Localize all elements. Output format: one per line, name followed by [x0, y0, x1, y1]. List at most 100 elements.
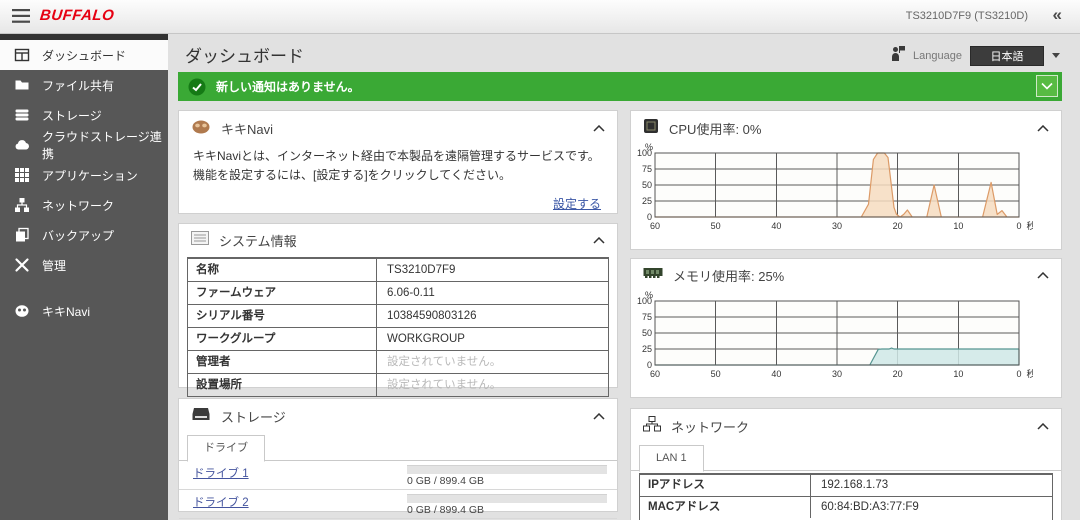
svg-text:30: 30 [832, 369, 842, 379]
language-select-button[interactable]: 日本語 [970, 45, 1044, 66]
sidebar-item-network[interactable]: ネットワーク [0, 190, 168, 220]
drive-usage-bar [407, 465, 607, 474]
chevron-up-icon[interactable] [593, 413, 605, 420]
svg-text:100: 100 [637, 148, 652, 158]
svg-text:0: 0 [1016, 369, 1021, 379]
cpu-usage-card: CPU使用率: 0% % 0 25 50 75 100 60 50 40 30 20 10 0 秒 [630, 110, 1062, 250]
drive-link[interactable]: ドライブ 2 [193, 494, 249, 510]
sidebar-item-storage[interactable]: ストレージ [0, 100, 168, 130]
kikinavi-description-line1: キキNaviとは、インターネット経由で本製品を遠隔管理するサービスです。 [193, 149, 600, 163]
table-row: ワークグループ WORKGROUP [188, 327, 608, 350]
chevron-up-icon[interactable] [1037, 272, 1049, 279]
sidebar-item-kikinavi[interactable]: キキNavi [0, 296, 168, 326]
drive-row: ドライブ 2 0 GB / 899.4 GB [179, 490, 617, 519]
topbar: BUFFALO TS3210D7F9 (TS3210D) « [0, 0, 1080, 34]
svg-text:60: 60 [650, 369, 660, 379]
language-icon [891, 45, 906, 66]
storage-card-title: ストレージ [221, 410, 286, 425]
svg-text:60: 60 [650, 221, 660, 231]
svg-text:40: 40 [771, 369, 781, 379]
table-row: 設置場所 設定されていません。 [188, 373, 608, 396]
folder-icon [14, 77, 30, 93]
notification-message: 新しい通知はありません。 [216, 80, 360, 94]
chevron-up-icon[interactable] [1037, 125, 1049, 132]
configure-link[interactable]: 設定する [553, 197, 601, 211]
storage-card: ストレージ ドライブ ドライブ 1 0 GB / 899.4 GB ドライブ 2 [178, 398, 618, 519]
chevron-up-icon[interactable] [593, 125, 605, 132]
language-selector: Language 日本語 [891, 45, 1060, 66]
system-info-icon [191, 231, 209, 250]
drive-row: ドライブ 1 0 GB / 899.4 GB [179, 461, 617, 490]
svg-text:25: 25 [642, 344, 652, 354]
chevron-up-icon[interactable] [1037, 423, 1049, 430]
caret-down-icon[interactable] [1052, 53, 1060, 58]
notification-expand-button[interactable] [1036, 75, 1058, 97]
system-info-card: システム情報 名称 TS3210D7F9 ファームウェア 6.06-0.11 シ… [178, 223, 618, 397]
network-card: ネットワーク LAN 1 IPアドレス 192.168.1.73 MACアドレス… [630, 408, 1062, 520]
svg-text:50: 50 [642, 328, 652, 338]
drive-usage-bar [407, 494, 607, 503]
table-row: MACアドレス 60:84:BD:A3:77:F9 [640, 496, 1052, 518]
sidebar-item-backup[interactable]: バックアップ [0, 220, 168, 250]
drive-list: ドライブ 1 0 GB / 899.4 GB ドライブ 2 0 GB / 899… [179, 461, 617, 519]
cpu-chip-icon [643, 118, 659, 139]
tab-drive[interactable]: ドライブ [187, 435, 265, 462]
chevron-up-icon[interactable] [593, 237, 605, 244]
cpu-usage-chart: % 0 25 50 75 100 60 50 40 30 20 10 0 秒 [633, 141, 1036, 240]
svg-text:100: 100 [637, 296, 652, 306]
buffalo-logo: BUFFALO [39, 7, 116, 24]
sidebar-item-admin[interactable]: 管理 [0, 250, 168, 280]
kikinavi-mascot-icon [191, 118, 211, 139]
svg-text:75: 75 [642, 164, 652, 174]
drive-icon [191, 406, 211, 427]
svg-text:10: 10 [953, 369, 963, 379]
system-info-card-title: システム情報 [219, 234, 297, 249]
collapse-panel-icon[interactable]: « [1053, 5, 1062, 25]
table-row: ファームウェア 6.06-0.11 [188, 281, 608, 304]
tab-lan1[interactable]: LAN 1 [639, 445, 704, 472]
backup-icon [14, 227, 30, 243]
svg-text:秒: 秒 [1026, 220, 1033, 231]
sidebar-item-file-sharing[interactable]: ファイル共有 [0, 70, 168, 100]
main-content: ダッシュボード Language 日本語 新しい通知はありません。 キキNavi [168, 33, 1080, 520]
sidebar-top-strip [0, 33, 168, 40]
storage-icon [14, 107, 30, 123]
svg-text:30: 30 [832, 221, 842, 231]
device-name: TS3210D7F9 (TS3210D) [905, 10, 1028, 22]
network-card-title: ネットワーク [671, 420, 750, 435]
sidebar-item-dashboard[interactable]: ダッシュボード [0, 40, 168, 70]
memory-usage-title: メモリ使用率: 25% [673, 269, 785, 284]
cpu-usage-title: CPU使用率: 0% [669, 122, 762, 137]
system-info-table: 名称 TS3210D7F9 ファームウェア 6.06-0.11 シリアル番号 1… [187, 257, 609, 397]
page-title: ダッシュボード [185, 47, 304, 66]
memory-icon [643, 266, 663, 285]
table-row: 管理者 設定されていません。 [188, 350, 608, 373]
network-hub-icon [643, 416, 661, 437]
drive-usage-text: 0 GB / 899.4 GB [407, 504, 485, 516]
cloud-icon [14, 137, 30, 153]
menu-icon[interactable] [12, 9, 30, 28]
table-row: IPアドレス 192.168.1.73 [640, 474, 1052, 496]
sidebar-nav: ダッシュボード ファイル共有 ストレージ クラウドストレージ連携 アプリケーショ… [0, 40, 168, 326]
sidebar-item-cloud-storage[interactable]: クラウドストレージ連携 [0, 130, 168, 161]
svg-text:20: 20 [893, 369, 903, 379]
apps-icon [14, 167, 30, 183]
svg-text:20: 20 [893, 221, 903, 231]
kikinavi-card-title: キキNavi [221, 122, 274, 137]
drive-link[interactable]: ドライブ 1 [193, 465, 249, 481]
sidebar: ダッシュボード ファイル共有 ストレージ クラウドストレージ連携 アプリケーショ… [0, 33, 168, 520]
check-icon [188, 78, 206, 96]
svg-text:75: 75 [642, 312, 652, 322]
svg-text:40: 40 [771, 221, 781, 231]
memory-usage-chart: % 0 25 50 75 100 60 50 40 30 20 10 0 秒 [633, 289, 1036, 388]
table-row: シリアル番号 10384590803126 [188, 304, 608, 327]
dashboard-icon [14, 47, 30, 63]
svg-text:0: 0 [1016, 221, 1021, 231]
svg-text:25: 25 [642, 196, 652, 206]
kikinavi-icon [14, 303, 30, 319]
tools-icon [14, 257, 30, 273]
drive-usage-text: 0 GB / 899.4 GB [407, 475, 485, 487]
svg-text:50: 50 [711, 221, 721, 231]
sidebar-item-applications[interactable]: アプリケーション [0, 160, 168, 190]
notification-bar: 新しい通知はありません。 [178, 72, 1062, 101]
